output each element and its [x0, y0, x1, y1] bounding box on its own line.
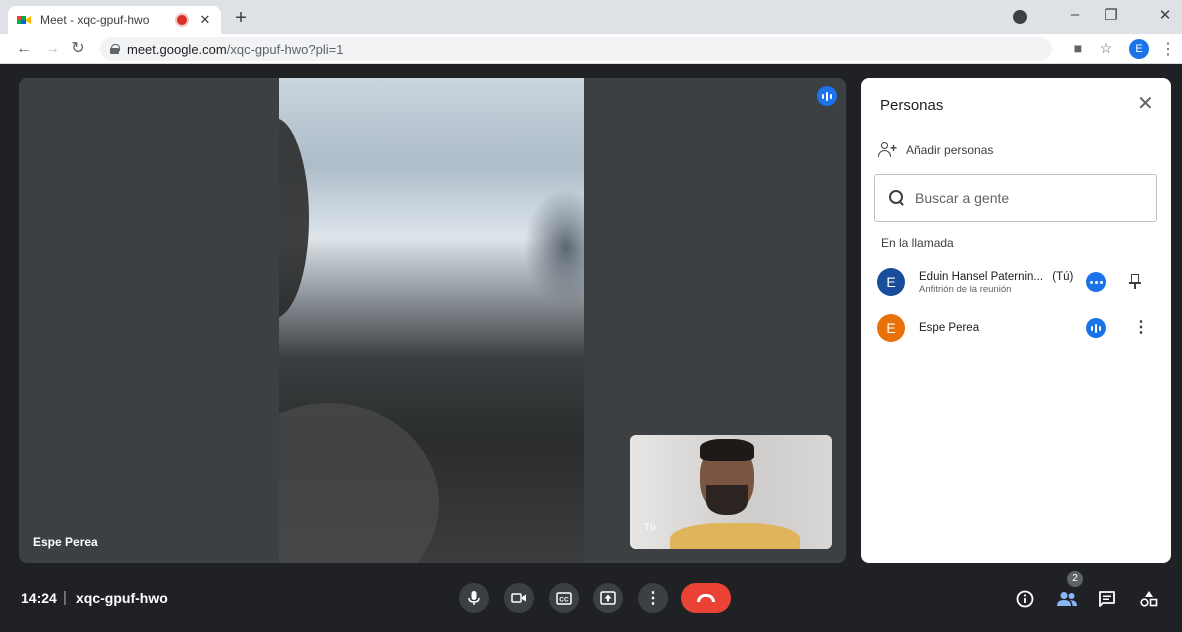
participant-row[interactable]: E Espe Perea ⋮ — [877, 312, 1157, 344]
hangup-icon — [697, 594, 715, 602]
self-video-tile[interactable]: Tú — [630, 435, 832, 549]
people-icon — [1057, 592, 1077, 606]
closed-captions-icon: CC — [556, 591, 572, 605]
add-people-label: Añadir personas — [906, 143, 994, 157]
url-path: /xqc-gpuf-hwo?pli=1 — [226, 41, 344, 57]
meeting-details-button[interactable] — [1012, 586, 1038, 612]
avatar: E — [877, 314, 905, 342]
speaking-indicator-icon — [1086, 318, 1106, 338]
browser-tab[interactable]: Meet - xqc-gpuf-hwo ✕ — [8, 6, 221, 34]
activities-icon — [1140, 591, 1158, 607]
participant-name: Espe Perea — [919, 322, 980, 334]
reload-icon[interactable]: ↻ — [68, 39, 88, 59]
avatar: E — [877, 268, 905, 296]
present-screen-button[interactable] — [593, 583, 623, 613]
captions-button[interactable]: CC — [549, 583, 579, 613]
speaking-indicator-icon — [817, 86, 837, 106]
search-people-box[interactable] — [874, 174, 1157, 222]
in-call-section-title: En la llamada — [881, 236, 954, 250]
tab-title: Meet - xqc-gpuf-hwo — [40, 13, 150, 27]
chat-button[interactable] — [1094, 586, 1120, 612]
more-options-button[interactable]: ⋮ — [638, 583, 668, 613]
participant-name: Eduin Hansel Paternin... (Tú) — [919, 271, 1074, 283]
meeting-code: xqc-gpuf-hwo — [76, 590, 168, 606]
camera-button[interactable] — [504, 583, 534, 613]
meeting-time: 14:24 — [21, 590, 57, 606]
more-vert-icon: ⋮ — [645, 590, 661, 607]
forward-icon[interactable]: → — [42, 39, 62, 59]
profile-avatar[interactable]: E — [1129, 39, 1149, 59]
meet-favicon-icon — [16, 12, 32, 28]
close-window-icon[interactable]: ✕ — [1155, 6, 1175, 24]
people-panel: Personas ✕ + Añadir personas En la llama… — [861, 78, 1171, 563]
people-count-badge: 2 — [1067, 571, 1083, 587]
participant-role: Anfitrión de la reunión — [919, 284, 1012, 295]
participant-menu-icon[interactable]: ⋮ — [1133, 318, 1149, 338]
url-domain: meet.google.com — [127, 41, 227, 57]
restore-icon[interactable]: ❐ — [1101, 6, 1121, 24]
add-person-icon: + — [878, 142, 898, 158]
microphone-button[interactable] — [459, 583, 489, 613]
self-label: Tú — [644, 522, 656, 533]
search-icon — [889, 190, 905, 206]
info-icon — [1016, 590, 1034, 608]
browser-tab-strip: Meet - xqc-gpuf-hwo ✕ + – ❐ ✕ — [0, 0, 1182, 34]
activities-button[interactable] — [1136, 586, 1162, 612]
leave-call-button[interactable] — [681, 583, 731, 613]
lock-icon — [110, 44, 120, 54]
new-tab-button[interactable]: + — [230, 8, 252, 28]
camera-permission-icon[interactable]: ■ — [1069, 40, 1087, 56]
address-bar: ← → ↻ meet.google.com /xqc-gpuf-hwo?pli=… — [0, 34, 1182, 64]
participant-row[interactable]: E Eduin Hansel Paternin... (Tú) Anfitrió… — [877, 266, 1157, 298]
more-options-icon[interactable] — [1086, 272, 1106, 292]
people-button[interactable] — [1054, 586, 1080, 612]
close-tab-icon[interactable]: ✕ — [197, 12, 213, 28]
search-people-input[interactable] — [915, 190, 1135, 206]
svg-text:CC: CC — [559, 596, 569, 603]
separator: | — [63, 589, 67, 606]
extension-icon[interactable] — [1013, 10, 1027, 24]
minimize-icon[interactable]: – — [1065, 6, 1085, 23]
chat-icon — [1099, 591, 1115, 607]
panel-title: Personas — [880, 97, 944, 114]
main-video-feed — [279, 78, 584, 563]
present-screen-icon — [600, 591, 616, 605]
main-participant-name: Espe Perea — [33, 535, 98, 549]
add-people-button[interactable]: + Añadir personas — [878, 142, 993, 158]
omnibox[interactable]: meet.google.com /xqc-gpuf-hwo?pli=1 — [100, 37, 1052, 61]
microphone-icon — [468, 591, 480, 605]
camera-icon — [511, 593, 526, 603]
pin-icon[interactable] — [1129, 274, 1141, 290]
meeting-controls-bar: 14:24 | xqc-gpuf-hwo CC ⋮ — [0, 575, 1182, 632]
close-panel-icon[interactable]: ✕ — [1137, 94, 1154, 114]
browser-menu-icon[interactable]: ⋮ — [1160, 39, 1176, 59]
recording-indicator-icon — [177, 15, 187, 25]
back-icon[interactable]: ← — [14, 39, 34, 59]
bookmark-star-icon[interactable]: ☆ — [1097, 40, 1115, 57]
